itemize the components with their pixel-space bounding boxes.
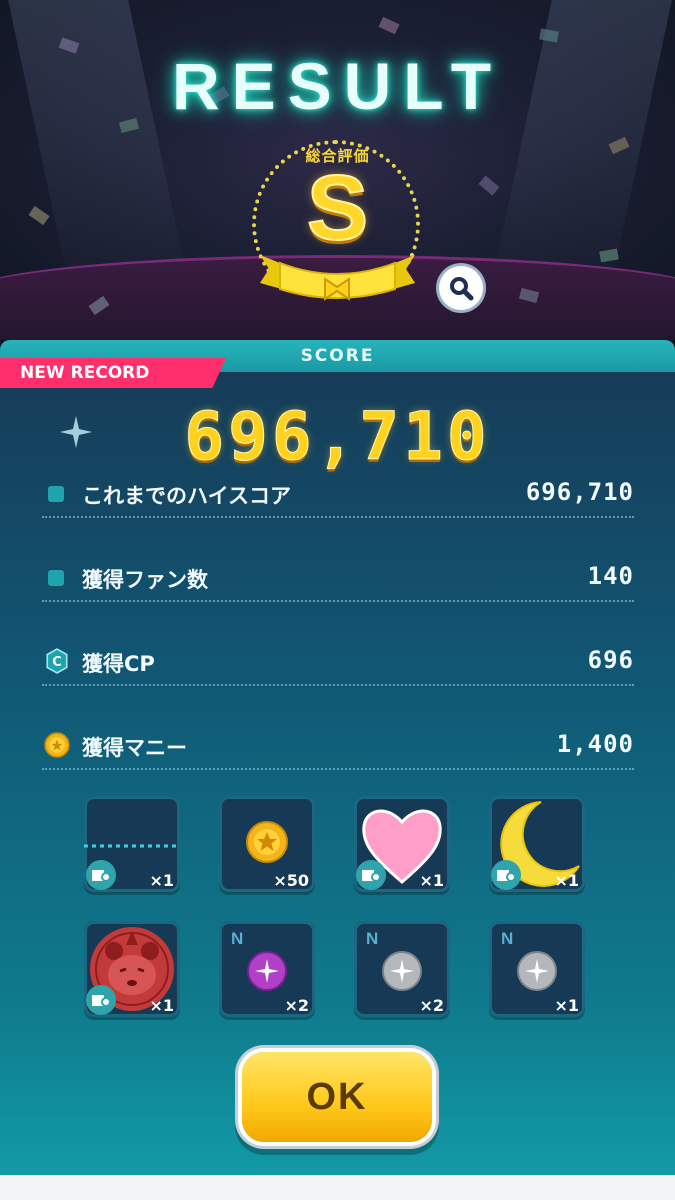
ok-button[interactable]: OK <box>242 1052 432 1142</box>
zoom-button[interactable] <box>439 266 483 310</box>
reward-quantity: ×2 <box>419 996 444 1015</box>
cp-coin-icon: C <box>46 648 68 674</box>
row-value: 696 <box>587 646 634 674</box>
row-label: 獲得CP <box>82 652 155 676</box>
money-coin-icon <box>44 732 70 758</box>
reward-item[interactable]: N ×2 <box>354 921 450 1017</box>
magnifier-icon <box>450 277 474 301</box>
ribbon-icon <box>260 255 415 301</box>
footer-bar <box>0 1175 675 1200</box>
row-label: 獲得マニー <box>82 736 187 760</box>
reward-quantity: ×1 <box>149 871 174 890</box>
new-record-badge: NEW RECORD <box>0 358 226 388</box>
reward-item[interactable]: ×1 <box>489 796 585 892</box>
row-value: 140 <box>587 562 634 590</box>
reward-quantity: ×1 <box>554 871 579 890</box>
decoration-tag-icon <box>86 985 116 1015</box>
row-label: これまでのハイスコア <box>82 484 291 508</box>
decoration-tag-icon <box>356 860 386 890</box>
fans-row: 獲得ファン数 140 <box>42 560 634 602</box>
row-label: 獲得ファン数 <box>82 568 208 592</box>
reward-quantity: ×1 <box>554 996 579 1015</box>
square-bullet-icon <box>48 486 64 502</box>
total-score: 696,710 <box>184 398 491 476</box>
reward-quantity: ×2 <box>284 996 309 1015</box>
row-value: 696,710 <box>525 478 634 506</box>
reward-item[interactable]: ×1 <box>84 796 180 892</box>
reward-quantity: ×1 <box>149 996 174 1015</box>
square-bullet-icon <box>48 570 64 586</box>
n-rarity-badge: N <box>501 929 514 948</box>
reward-quantity: ×50 <box>273 871 309 890</box>
cp-row: C 獲得CP 696 <box>42 644 634 686</box>
high-score-row: これまでのハイスコア 696,710 <box>42 476 634 518</box>
reward-item[interactable]: ×1 <box>84 921 180 1017</box>
n-rarity-badge: N <box>231 929 244 948</box>
n-rarity-badge: N <box>366 929 379 948</box>
score-panel: SCORE NEW RECORD 696,710 これまでのハイスコア 696,… <box>0 340 675 1175</box>
decoration-tag-icon <box>491 860 521 890</box>
result-stage: RESULT 総合評価 S <box>0 0 675 340</box>
reward-item[interactable]: ×1 <box>354 796 450 892</box>
reward-item[interactable]: N ×1 <box>489 921 585 1017</box>
rank-grade: S <box>306 157 369 259</box>
svg-text:C: C <box>52 655 62 670</box>
reward-quantity: ×1 <box>419 871 444 890</box>
decoration-tag-icon <box>86 860 116 890</box>
reward-item[interactable]: N ×2 <box>219 921 315 1017</box>
money-row: 獲得マニー 1,400 <box>42 728 634 770</box>
row-value: 1,400 <box>556 730 634 758</box>
reward-item[interactable]: ×50 <box>219 796 315 892</box>
result-title: RESULT <box>171 49 504 123</box>
